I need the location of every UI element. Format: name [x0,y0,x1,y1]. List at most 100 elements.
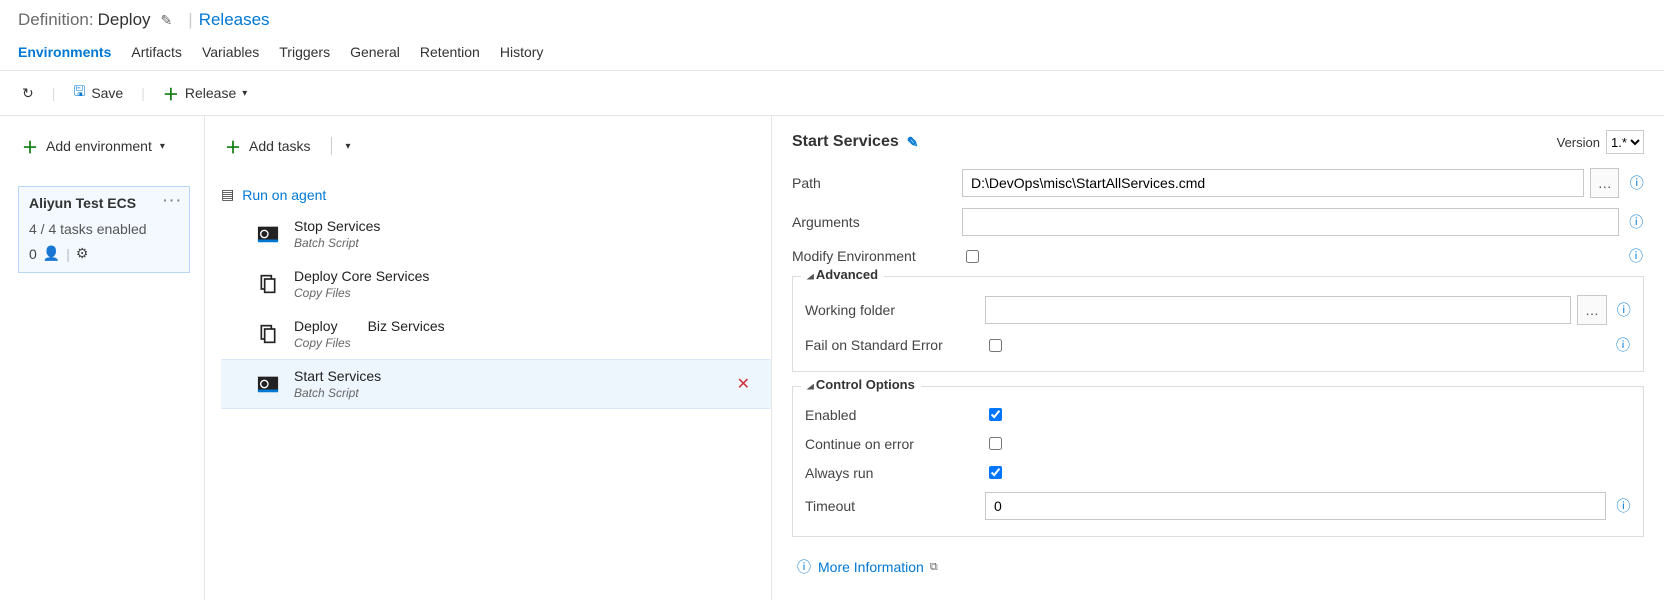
task-name-part2: Biz Services [368,318,445,334]
info-icon[interactable]: ⓘ [1616,496,1631,516]
plus-icon: ＋ [22,134,38,158]
save-label: Save [91,85,123,101]
browse-button[interactable]: … [1577,295,1606,325]
more-information-link[interactable]: ⓘ More Information ⧉ [792,557,938,577]
version-label: Version [1557,135,1600,150]
remove-icon[interactable]: ✕ [737,374,750,394]
advanced-legend[interactable]: Advanced [801,267,884,282]
save-icon: 🖫 [73,81,85,105]
gear-icon [256,222,280,246]
info-icon: ⓘ [796,557,812,577]
run-on-agent[interactable]: ▤ Run on agent [221,186,771,203]
save-button[interactable]: 🖫 Save [69,77,127,109]
environment-icons: 0 👤 | ⚙ [29,245,179,262]
chevron-down-icon: ▾ [242,88,247,99]
info-icon[interactable]: ⓘ [1617,300,1631,320]
environment-card[interactable]: ··· Aliyun Test ECS 4 / 4 tasks enabled … [18,186,190,273]
task-item[interactable]: Deploy Core Services Copy Files [221,259,771,309]
tab-history[interactable]: History [500,38,544,70]
header: Definition: Deploy ✎ | Releases [0,0,1664,38]
info-icon[interactable]: ⓘ [1629,212,1644,232]
trigger-icon[interactable]: ⚙ [76,245,89,262]
task-sub: Batch Script [294,236,359,250]
task-name: Start Services [294,368,381,384]
copy-icon [256,272,280,296]
working-folder-label: Working folder [805,302,985,318]
external-link-icon: ⧉ [930,561,938,574]
fail-label: Fail on Standard Error [805,337,985,353]
detail-title: Start Services [792,133,899,151]
refresh-icon: ↻ [22,85,34,102]
divider: | [66,246,70,262]
timeout-input[interactable] [985,492,1606,520]
task-sub: Copy Files [294,336,351,350]
main: ＋ Add environment ▾ ··· Aliyun Test ECS … [0,116,1664,600]
task-list: Stop Services Batch Script Deploy Core S… [221,209,771,409]
user-count: 0 [29,246,37,262]
release-label: Release [185,85,236,101]
enabled-checkbox[interactable] [989,408,1002,421]
working-folder-input[interactable] [985,296,1571,324]
definition-label: Definition: [18,10,94,30]
detail-panel: Start Services ✎ Version 1.* Path … ⓘ Ar… [772,116,1664,600]
task-name: Deploy Biz Services [294,318,445,334]
environment-title: Aliyun Test ECS [29,195,179,211]
task-name: Stop Services [294,218,380,234]
chevron-down-icon[interactable]: ▾ [342,137,355,156]
continue-label: Continue on error [805,436,985,452]
run-on-agent-label: Run on agent [242,187,326,203]
pencil-icon[interactable]: ✎ [161,12,173,29]
tasks-panel: ＋ Add tasks ▾ ▤ Run on agent Stop Servic… [205,116,772,600]
refresh-button[interactable]: ↻ [18,81,38,106]
arguments-input[interactable] [962,208,1619,236]
copy-icon [256,322,280,346]
add-environment-button[interactable]: ＋ Add environment ▾ [18,128,169,164]
person-icon: 👤 [43,245,60,262]
tab-variables[interactable]: Variables [202,38,259,70]
tab-retention[interactable]: Retention [420,38,480,70]
task-item[interactable]: Start Services Batch Script ✕ [221,359,771,409]
pencil-icon[interactable]: ✎ [907,134,919,151]
task-sub: Batch Script [294,386,359,400]
task-name: Deploy Core Services [294,268,429,284]
release-button[interactable]: ＋ Release ▾ [159,77,251,109]
add-environment-label: Add environment [46,138,152,154]
tab-general[interactable]: General [350,38,400,70]
control-legend[interactable]: Control Options [801,377,921,392]
modify-env-checkbox[interactable] [966,250,979,263]
continue-checkbox[interactable] [989,437,1002,450]
advanced-section: Advanced Working folder … ⓘ Fail on Stan… [792,276,1644,372]
releases-link[interactable]: Releases [199,10,270,30]
modify-env-label: Modify Environment [792,248,962,264]
info-icon[interactable]: ⓘ [1628,246,1644,266]
path-label: Path [792,175,962,191]
task-item[interactable]: Stop Services Batch Script [221,209,771,259]
ellipsis-icon[interactable]: ··· [163,192,183,208]
arguments-label: Arguments [792,214,962,230]
control-options-section: Control Options Enabled Continue on erro… [792,386,1644,537]
path-input[interactable] [962,169,1584,197]
info-icon[interactable]: ⓘ [1615,335,1631,355]
plus-icon: ＋ [225,134,241,158]
add-tasks-label: Add tasks [249,138,310,154]
browse-button[interactable]: … [1590,168,1619,198]
more-info-label: More Information [818,559,924,575]
environments-panel: ＋ Add environment ▾ ··· Aliyun Test ECS … [0,116,205,600]
gear-icon [256,372,280,396]
add-tasks-button[interactable]: ＋ Add tasks [221,128,315,164]
toolbar: ↻ | 🖫 Save | ＋ Release ▾ [0,71,1664,116]
divider: | [141,85,145,101]
tab-environments[interactable]: Environments [18,38,111,70]
always-checkbox[interactable] [989,466,1002,479]
tab-triggers[interactable]: Triggers [279,38,330,70]
info-icon[interactable]: ⓘ [1629,173,1644,193]
tab-bar: Environments Artifacts Variables Trigger… [0,38,1664,71]
version-select[interactable]: 1.* [1606,130,1644,154]
environment-status: 4 / 4 tasks enabled [29,221,179,237]
fail-checkbox[interactable] [989,339,1002,352]
server-icon: ▤ [221,186,234,203]
task-item[interactable]: Deploy Biz Services Copy Files [221,309,771,359]
tab-artifacts[interactable]: Artifacts [131,38,182,70]
task-name-part1: Deploy [294,318,338,334]
timeout-label: Timeout [805,498,985,514]
